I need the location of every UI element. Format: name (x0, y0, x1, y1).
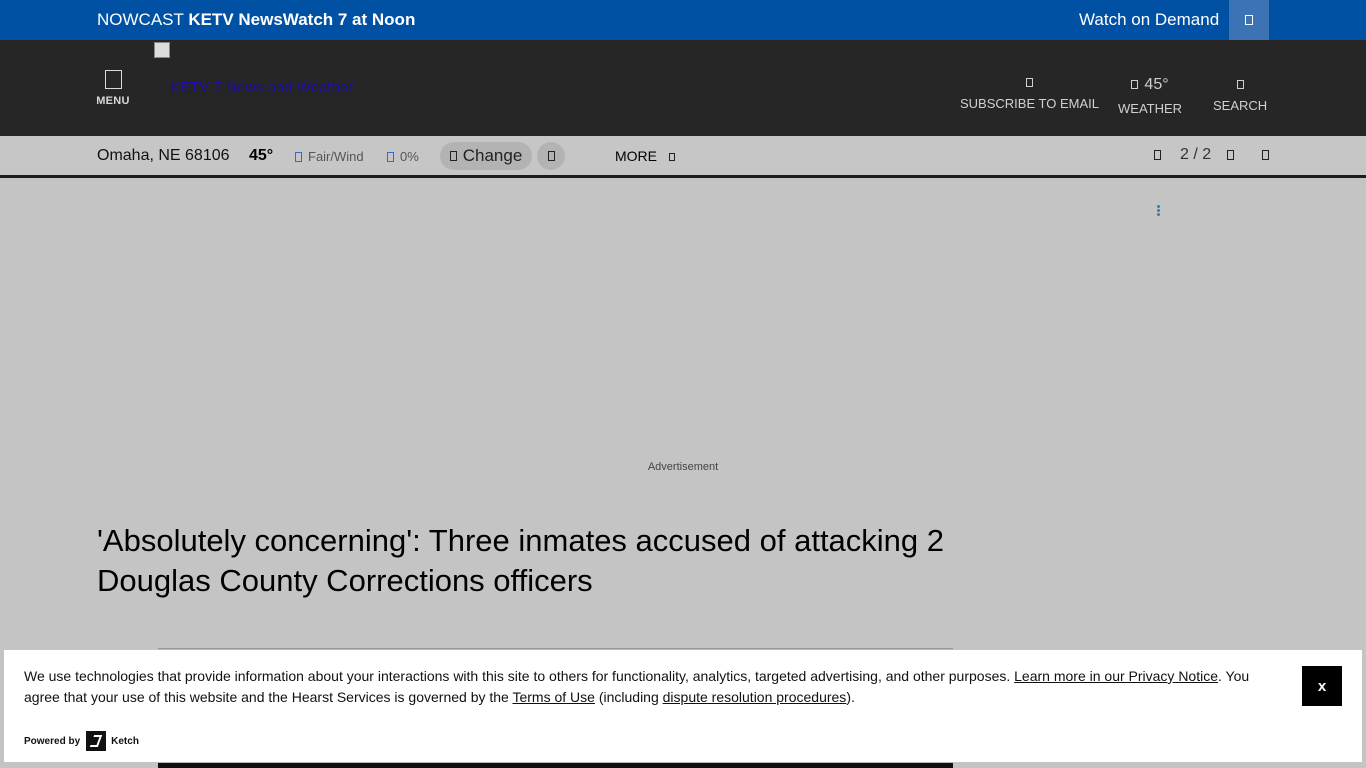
more-label: MORE (615, 148, 657, 164)
ad-label: Advertisement (647, 461, 719, 473)
powered-by-ketch[interactable]: Powered by Ketch (24, 731, 139, 751)
change-label: Change (462, 146, 523, 165)
search-icon (1236, 80, 1244, 89)
cookie-close-button[interactable]: x (1302, 666, 1342, 706)
weather-more-button[interactable]: MORE (615, 148, 675, 164)
pager-next-button[interactable] (1227, 146, 1234, 164)
search-button[interactable]: SEARCH (1213, 80, 1267, 113)
cookie-consent-banner: We use technologies that provide informa… (4, 650, 1362, 762)
play-button[interactable] (1229, 0, 1269, 40)
geolocate-button[interactable] (537, 142, 565, 170)
condition-label: Fair/Wind (308, 149, 364, 164)
logo-image-placeholder (154, 42, 170, 58)
weather-button[interactable]: 45° WEATHER (1118, 76, 1182, 116)
subscribe-email-button[interactable]: SUBSCRIBE TO EMAIL (960, 78, 1099, 111)
video-player-bottom (158, 763, 953, 768)
alert-icon (1154, 150, 1161, 160)
dispute-resolution-link[interactable]: dispute resolution procedures (663, 689, 847, 705)
powered-by-label: Powered by (24, 735, 81, 747)
condition-icon (295, 152, 302, 162)
live-bar[interactable]: NOWCAST KETV NewsWatch 7 at Noon Watch o… (0, 0, 1366, 40)
weather-precip: 0% (387, 149, 419, 164)
nowcast-prefix: NOWCAST (97, 10, 184, 29)
cookie-text-3: (including (594, 689, 663, 705)
chevron-right-icon (1227, 150, 1234, 160)
site-logo-link[interactable]: KETV 7 News and Weather (170, 79, 353, 96)
mail-icon (1025, 78, 1033, 87)
header-weather-temp: 45° (1144, 76, 1169, 93)
change-location-button[interactable]: Change (440, 142, 532, 170)
weather-location: Omaha, NE 68106 (97, 147, 230, 164)
precip-value: 0% (400, 149, 419, 164)
subscribe-label: SUBSCRIBE TO EMAIL (960, 96, 1099, 111)
pager-count: 2 / 2 (1180, 146, 1212, 163)
location-pin-icon (449, 151, 457, 161)
weather-condition: Fair/Wind (295, 149, 364, 164)
alerts-pager (1154, 146, 1161, 164)
nowcast-live-link[interactable]: NOWCAST KETV NewsWatch 7 at Noon (97, 10, 415, 30)
search-label: SEARCH (1213, 98, 1268, 113)
cookie-text-4: ). (846, 689, 855, 705)
cookie-text: We use technologies that provide informa… (24, 666, 1286, 708)
weather-icon (1131, 80, 1139, 89)
crosshair-icon (547, 151, 555, 161)
chevron-down-icon (669, 153, 675, 161)
terms-of-use-link[interactable]: Terms of Use (512, 689, 594, 705)
play-icon (1245, 15, 1253, 25)
weather-label: WEATHER (1118, 101, 1183, 116)
weather-temperature: 45° (249, 147, 274, 164)
nowcast-title: KETV NewsWatch 7 at Noon (188, 10, 416, 29)
alerts-close-button[interactable] (1262, 146, 1269, 164)
ketch-brand: Ketch (111, 735, 139, 747)
close-icon (1262, 150, 1269, 160)
ad-options-icon[interactable] (1156, 205, 1162, 219)
precip-icon (387, 152, 394, 162)
ketch-logo-icon (86, 731, 107, 751)
privacy-notice-link[interactable]: Learn more in our Privacy Notice (1014, 668, 1218, 684)
hamburger-icon (104, 70, 122, 89)
menu-label: MENU (96, 95, 130, 107)
cookie-text-1: We use technologies that provide informa… (24, 668, 1015, 684)
menu-button[interactable]: MENU (96, 70, 130, 107)
article-headline: 'Absolutely concerning': Three inmates a… (97, 523, 945, 598)
ad-slot[interactable] (198, 196, 1168, 456)
watch-on-demand-link[interactable]: Watch on Demand (1079, 10, 1219, 30)
